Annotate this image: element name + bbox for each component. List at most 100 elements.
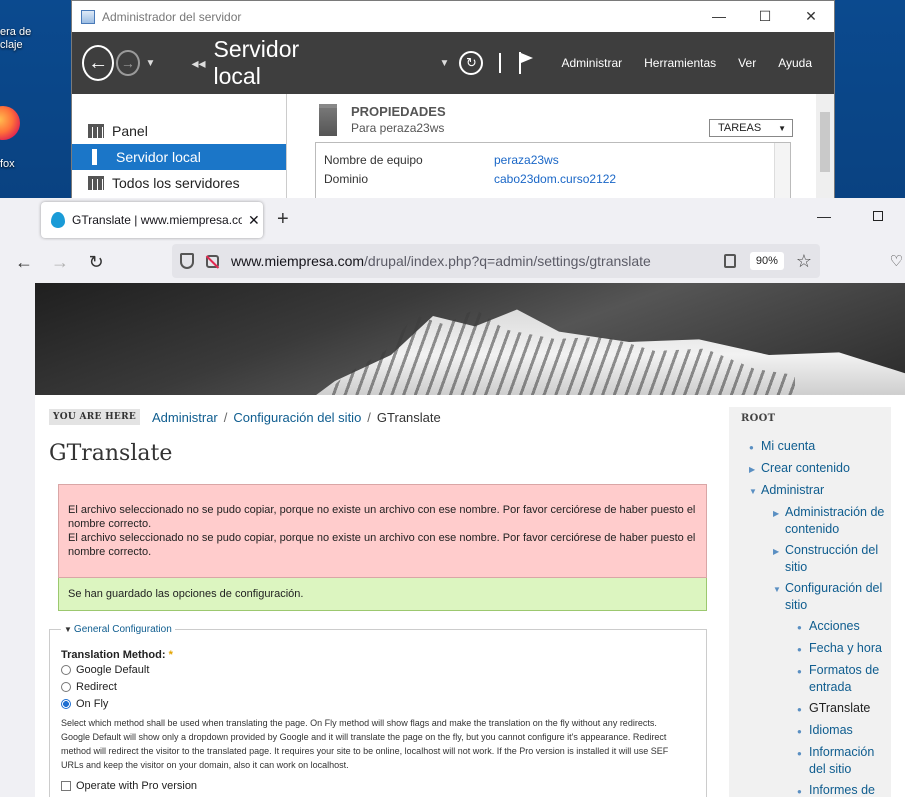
bookmark-star-icon[interactable]: ☆ xyxy=(796,251,812,272)
breadcrumb-current: GTranslate xyxy=(376,409,441,425)
sidebar-item-mi-cuenta[interactable]: ● Mi cuenta xyxy=(741,438,891,456)
menu-ayuda[interactable]: Ayuda xyxy=(778,56,812,70)
sidebar-link[interactable]: Informes de xyxy=(809,782,875,797)
bullet-icon: ● xyxy=(797,705,802,714)
sidebar-item-idiomas[interactable]: ● Idiomas xyxy=(741,722,891,740)
sidebar-item-crear-contenido[interactable]: ▶ Crear contenido xyxy=(741,460,891,478)
sidebar-link[interactable]: Formatos de entrada xyxy=(809,662,891,696)
forward-button[interactable]: → xyxy=(116,50,140,76)
sidebar-link[interactable]: Acciones xyxy=(809,618,860,635)
refresh-icon[interactable]: ↻ xyxy=(459,51,484,75)
tasks-label: TAREAS xyxy=(718,122,762,134)
radio-button[interactable] xyxy=(61,665,71,675)
radio-button[interactable] xyxy=(61,682,71,692)
desktop-icon-firefox-label[interactable]: fox xyxy=(0,158,44,171)
forward-button[interactable]: → xyxy=(42,252,78,273)
radio-button-selected[interactable] xyxy=(61,699,71,709)
sidebar-item-panel[interactable]: Panel xyxy=(72,118,286,144)
back-button[interactable]: ← xyxy=(82,45,115,81)
breadcrumb-link-configuracion[interactable]: Configuración del sitio xyxy=(233,410,361,425)
reload-button[interactable]: ↻ xyxy=(78,252,114,273)
sidebar-item-label: Servidor local xyxy=(116,149,201,165)
sidebar-link[interactable]: Información del sitio xyxy=(809,744,891,778)
url-host: www.miempresa.com xyxy=(231,253,365,269)
radio-redirect[interactable]: Redirect xyxy=(61,679,695,695)
minimize-button[interactable]: — xyxy=(797,208,851,224)
sidebar-item-informes[interactable]: ● Informes de xyxy=(741,782,891,797)
header-image xyxy=(35,283,905,395)
menu-administrar[interactable]: Administrar xyxy=(561,56,622,70)
property-key: Dominio xyxy=(324,172,369,186)
maximize-button[interactable]: ☐ xyxy=(742,8,788,25)
properties-title: PROPIEDADES xyxy=(351,104,446,119)
sidebar-link[interactable]: Configuración del sitio xyxy=(785,580,891,614)
server-manager-main: PROPIEDADES Para peraza23ws TAREAS ▼ Nom… xyxy=(287,94,834,212)
sidebar-link-current[interactable]: GTranslate xyxy=(809,700,870,717)
checkbox[interactable] xyxy=(61,781,71,791)
property-value-link[interactable]: peraza23ws xyxy=(494,153,559,172)
main-scrollbar[interactable] xyxy=(816,94,834,204)
sidebar-link[interactable]: Idiomas xyxy=(809,722,853,739)
address-bar[interactable]: www.miempresa.com/drupal/index.php?q=adm… xyxy=(172,244,820,278)
zoom-level[interactable]: 90% xyxy=(749,252,784,270)
breadcrumb-current: Servidor local xyxy=(213,36,300,89)
double-chevron-icon: ◂◂ xyxy=(191,54,206,71)
new-tab-button[interactable]: + xyxy=(277,208,289,231)
sidebar-link[interactable]: Administración de contenido xyxy=(785,504,891,538)
close-button[interactable]: ✕ xyxy=(788,8,834,25)
sidebar-link[interactable]: Crear contenido xyxy=(761,460,850,477)
menu-ver[interactable]: Ver xyxy=(738,56,756,70)
maximize-button[interactable] xyxy=(851,208,905,224)
sidebar-item-informacion-sitio[interactable]: ● Información del sitio xyxy=(741,744,891,778)
tab-title: GTranslate | www.miempresa.com xyxy=(72,213,242,227)
url-text[interactable]: www.miempresa.com/drupal/index.php?q=adm… xyxy=(231,253,651,269)
insecure-lock-icon[interactable] xyxy=(206,254,219,268)
server-tower-icon xyxy=(319,104,337,136)
web-page: YOU ARE HERE Administrar / Configuración… xyxy=(35,283,905,797)
fieldset-legend[interactable]: ▼ General Configuration xyxy=(61,624,175,635)
sidebar-item-configuracion-sitio[interactable]: ▼ Configuración del sitio xyxy=(741,580,891,614)
sidebar-item-todos-los-servidores[interactable]: Todos los servidores xyxy=(72,170,286,196)
menu-herramientas[interactable]: Herramientas xyxy=(644,56,716,70)
pro-version-checkbox[interactable]: Operate with Pro version xyxy=(61,780,695,792)
sidebar-item-acciones[interactable]: ● Acciones xyxy=(741,618,891,636)
breadcrumb: YOU ARE HERE Administrar / Configuración… xyxy=(49,407,709,427)
sidebar-item-construccion-sitio[interactable]: ▶ Construcción del sitio xyxy=(741,542,891,576)
server-manager-sidebar: Panel Servidor local Todos los servidore… xyxy=(72,94,287,210)
pocket-icon[interactable]: ♡ xyxy=(890,252,903,270)
history-dropdown-icon[interactable]: ▼ xyxy=(146,58,156,69)
sidebar-item-fecha-hora[interactable]: ● Fecha y hora xyxy=(741,640,891,658)
sidebar-link[interactable]: Construcción del sitio xyxy=(785,542,891,576)
sidebar-item-gtranslate[interactable]: ● GTranslate xyxy=(741,700,891,718)
breadcrumb-link-administrar[interactable]: Administrar xyxy=(152,410,218,425)
back-button[interactable]: ← xyxy=(6,252,42,273)
sidebar-item-administracion-contenido[interactable]: ▶ Administración de contenido xyxy=(741,504,891,538)
firefox-desktop-icon[interactable] xyxy=(0,106,20,140)
radio-google-default[interactable]: Google Default xyxy=(61,662,695,678)
sidebar-item-administrar[interactable]: ▼ Administrar xyxy=(741,482,891,500)
tasks-dropdown[interactable]: TAREAS ▼ xyxy=(709,119,793,137)
sidebar-item-label: Todos los servidores xyxy=(112,175,240,191)
sidebar-link[interactable]: Fecha y hora xyxy=(809,640,882,657)
tab-strip: GTranslate | www.miempresa.com ✕ + — xyxy=(0,198,905,242)
scrollbar-thumb[interactable] xyxy=(820,112,830,172)
reader-view-icon[interactable] xyxy=(723,254,736,268)
bullet-icon: ● xyxy=(797,727,802,736)
general-configuration-fieldset: ▼ General Configuration Translation Metho… xyxy=(49,624,707,797)
desktop-icon-recycle[interactable]: era de claje xyxy=(0,26,44,52)
radio-on-fly[interactable]: On Fly xyxy=(61,696,695,712)
bullet-icon: ● xyxy=(749,443,754,452)
tab-gtranslate[interactable]: GTranslate | www.miempresa.com ✕ xyxy=(41,202,263,238)
notifications-flag-icon[interactable] xyxy=(517,52,534,74)
sidebar-item-servidor-local[interactable]: Servidor local xyxy=(72,144,286,170)
close-tab-icon[interactable]: ✕ xyxy=(248,212,260,229)
tracking-protection-icon[interactable] xyxy=(180,253,194,269)
sidebar-item-formatos-entrada[interactable]: ● Formatos de entrada xyxy=(741,662,891,696)
breadcrumb-dropdown-icon[interactable]: ▼ xyxy=(440,58,450,69)
sidebar-link[interactable]: Mi cuenta xyxy=(761,438,815,455)
sidebar-link[interactable]: Administrar xyxy=(761,482,824,499)
server-icon xyxy=(92,149,97,165)
property-value-link[interactable]: cabo23dom.curso2122 xyxy=(494,172,616,191)
checkbox-label: Operate with Pro version xyxy=(76,780,198,792)
minimize-button[interactable]: — xyxy=(696,8,742,25)
